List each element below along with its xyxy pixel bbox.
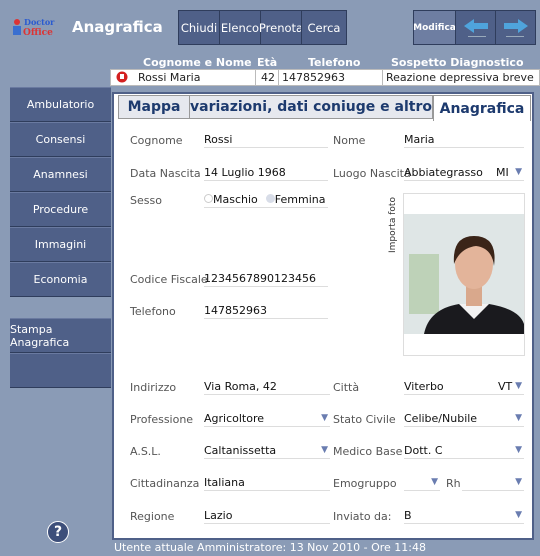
- cerca-button[interactable]: Cerca: [301, 10, 347, 45]
- tab-mappa[interactable]: Mappa: [118, 95, 190, 119]
- cognome-field[interactable]: Rossi: [204, 133, 328, 148]
- status-bar: Utente attuale Amministratore: 13 Nov 20…: [113, 541, 427, 554]
- telefono-label: Telefono: [130, 305, 176, 318]
- col-header-sospetto: Sospetto Diagnostico: [391, 56, 524, 69]
- page-title: Anagrafica: [72, 18, 163, 36]
- sidebar-item-consensi[interactable]: Consensi: [10, 122, 111, 157]
- data_nascita-label: Data Nascita: [130, 167, 201, 180]
- cittadinanza-field[interactable]: Italiana: [204, 476, 330, 491]
- chiudi-button[interactable]: Chiudi: [178, 10, 220, 45]
- medico_base-label: Medico Base: [333, 445, 403, 458]
- sesso-radio-group[interactable]: Maschio Femmina: [204, 193, 328, 208]
- elenco-button[interactable]: Elenco: [219, 10, 261, 45]
- stato_civile-label: Stato Civile: [333, 413, 396, 426]
- sidebar-item-immagini[interactable]: Immagini: [10, 227, 111, 262]
- dropdown-arrow-icon: ▼: [515, 477, 522, 487]
- status-icon: [111, 70, 135, 85]
- dropdown-arrow-icon: ▼: [515, 510, 522, 520]
- citta-prov-select[interactable]: VT ▼: [498, 380, 524, 395]
- citta-label: Città: [333, 381, 360, 394]
- inviato_da-field[interactable]: B ▼: [404, 509, 524, 524]
- dropdown-arrow-icon: ▼: [321, 445, 328, 455]
- question-icon: ?: [53, 524, 63, 540]
- sidebar-item-economia[interactable]: Economia: [10, 262, 111, 297]
- radio-femmina[interactable]: Femmina: [265, 193, 325, 207]
- sesso-label: Sesso: [130, 194, 162, 207]
- radio-maschio[interactable]: Maschio: [204, 193, 258, 207]
- emogruppo-field[interactable]: ▼: [404, 476, 440, 491]
- doctor-office-logo: Doctor Office: [13, 17, 55, 38]
- prev-button[interactable]: [455, 10, 496, 45]
- prenota-button[interactable]: Prenota: [259, 10, 303, 45]
- col-header-nome: Cognome e Nome: [143, 56, 252, 69]
- dropdown-arrow-icon: ▼: [515, 167, 522, 177]
- sidebar-item-stampa[interactable]: Stampa Anagrafica: [10, 318, 111, 353]
- arrow-right-icon: [503, 18, 528, 37]
- col-header-eta: Età: [257, 56, 278, 69]
- regione-field[interactable]: Lazio: [204, 509, 330, 524]
- regione-label: Regione: [130, 510, 175, 523]
- next-button[interactable]: [495, 10, 536, 45]
- patient-sospetto: Reazione depressiva breve: [386, 71, 534, 84]
- sidebar-item-empty[interactable]: [10, 353, 111, 388]
- rh-label: Rh: [446, 477, 461, 490]
- dropdown-arrow-icon: ▼: [431, 477, 438, 487]
- indirizzo-field[interactable]: Via Roma, 42: [204, 380, 330, 395]
- professione-label: Professione: [130, 413, 194, 426]
- asl-label: A.S.L.: [130, 445, 161, 458]
- dropdown-arrow-icon: ▼: [515, 381, 522, 391]
- patient-photo[interactable]: [403, 193, 525, 356]
- indirizzo-label: Indirizzo: [130, 381, 177, 394]
- col-header-telefono: Telefono: [308, 56, 361, 69]
- dropdown-arrow-icon: ▼: [515, 413, 522, 423]
- sidebar-item-procedure[interactable]: Procedure: [10, 192, 111, 227]
- cognome-label: Cognome: [130, 134, 183, 147]
- luogo-nascita-prov-select[interactable]: MI ▼: [496, 166, 524, 181]
- dropdown-arrow-icon: ▼: [515, 445, 522, 455]
- svg-text:Office: Office: [23, 28, 53, 38]
- modifica-button[interactable]: Modifica: [413, 10, 456, 45]
- nome-label: Nome: [333, 134, 366, 147]
- patient-eta: 42: [256, 70, 279, 85]
- cittadinanza-label: Cittadinanza: [130, 477, 200, 490]
- luogo_nascita-label: Luogo Nascita: [333, 167, 411, 180]
- tab-anagrafica[interactable]: Anagrafica: [433, 95, 531, 121]
- rh-field[interactable]: ▼: [462, 476, 524, 491]
- tab-variazioni[interactable]: variazioni, dati coniuge e altro: [189, 95, 433, 119]
- inviato_da-label: Inviato da:: [333, 510, 392, 523]
- arrow-left-icon: [463, 18, 488, 37]
- nome-field[interactable]: Maria: [404, 133, 524, 148]
- medico_base-field[interactable]: Dott. C ▼: [404, 444, 524, 459]
- asl-field[interactable]: Caltanissetta ▼: [204, 444, 330, 459]
- patient-name: Rossi Maria: [135, 70, 256, 85]
- svg-text:Doctor: Doctor: [24, 17, 55, 27]
- professione-field[interactable]: Agricoltore ▼: [204, 412, 330, 427]
- photo-image: [404, 214, 524, 334]
- sidebar-item-anamnesi[interactable]: Anamnesi: [10, 157, 111, 192]
- codice_fiscale-field[interactable]: 1234567890123456: [204, 272, 328, 287]
- patient-row[interactable]: Rossi Maria 42 147852963 Reazione depres…: [110, 69, 540, 86]
- dropdown-arrow-icon: ▼: [321, 413, 328, 423]
- emogruppo-label: Emogruppo: [333, 477, 397, 490]
- data_nascita-field[interactable]: 14 Luglio 1968: [204, 166, 328, 181]
- patient-telefono: 147852963: [279, 70, 383, 85]
- sidebar-item-ambulatorio[interactable]: Ambulatorio: [10, 87, 111, 122]
- stato_civile-field[interactable]: Celibe/Nubile ▼: [404, 412, 524, 427]
- importa-foto-button[interactable]: Importa foto: [388, 193, 400, 253]
- telefono-field[interactable]: 147852963: [204, 304, 328, 319]
- codice_fiscale-label: Codice Fiscale: [130, 273, 208, 286]
